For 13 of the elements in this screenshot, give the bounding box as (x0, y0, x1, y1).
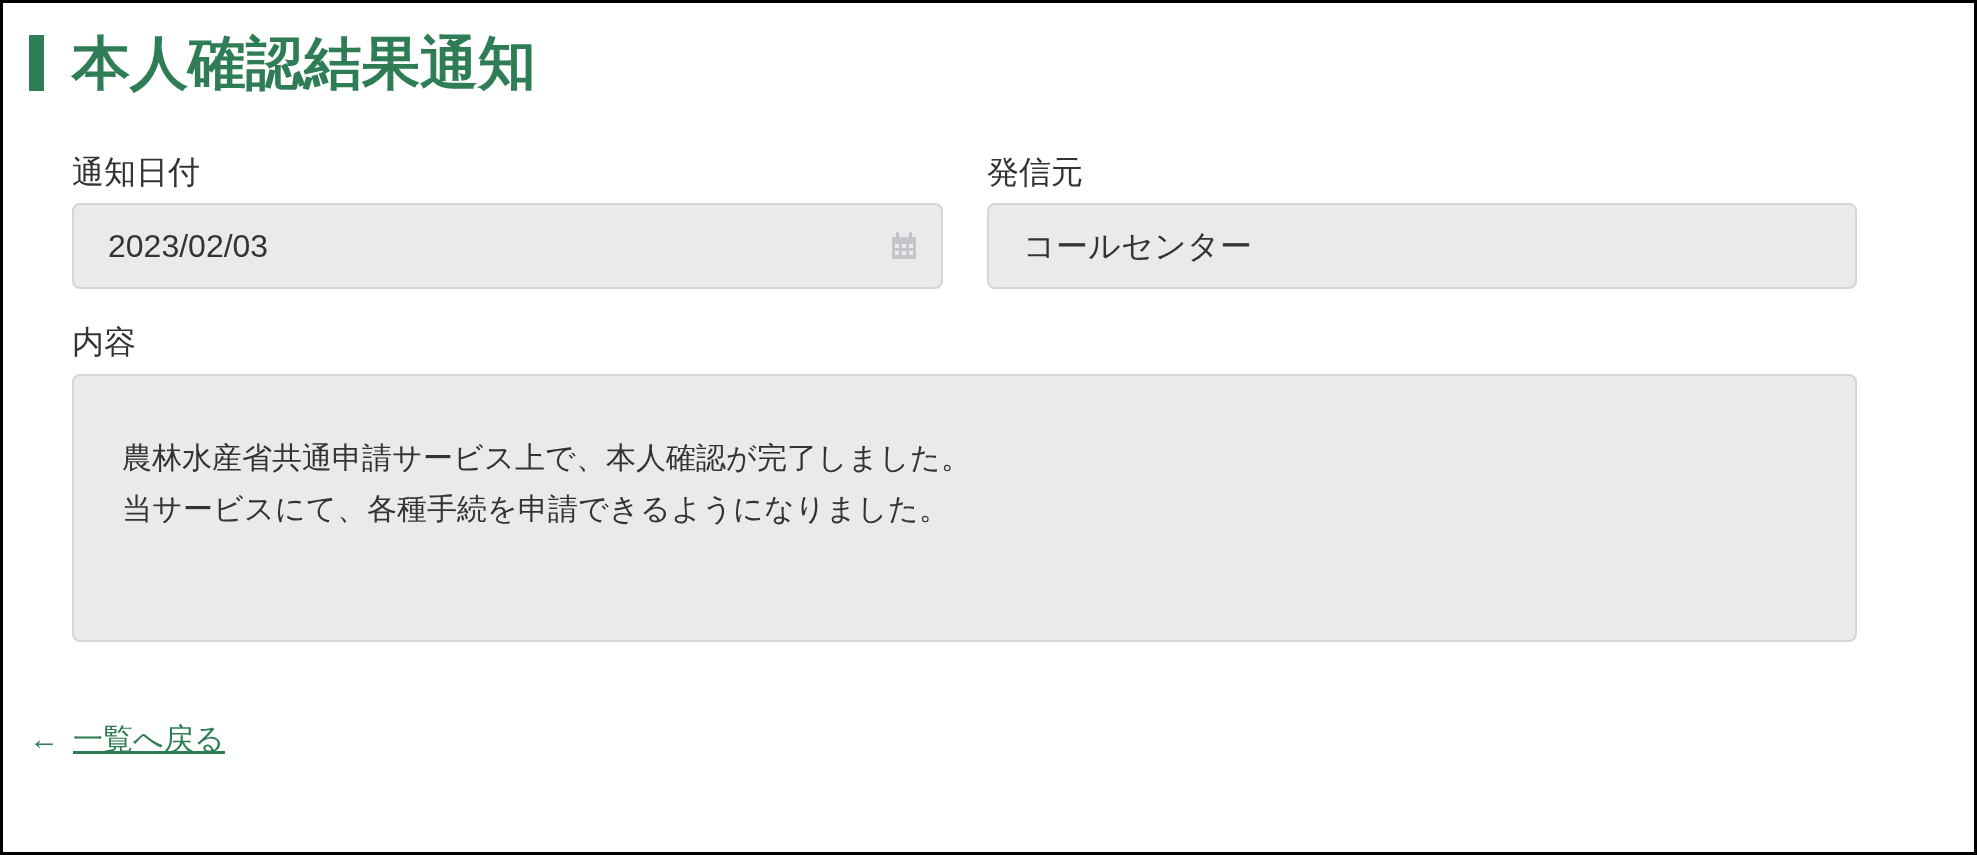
back-link[interactable]: 一覧へ戻る (73, 715, 225, 761)
message-line: 農林水産省共通申請サービス上で、本人確認が完了しました。 (122, 439, 972, 476)
calendar-icon (890, 232, 917, 261)
title-marker (29, 34, 44, 91)
field-label: 通知日付 (72, 152, 201, 192)
field-label: 発信元 (986, 152, 1084, 192)
page-title: 本人確認結果通知 (72, 31, 536, 95)
field-label: 内容 (72, 323, 137, 362)
back-arrow: ← (29, 720, 59, 757)
message-line: 当サービスにて、各種手続を申請できるようになりました。 (122, 490, 950, 527)
content-field[interactable]: 農林水産省共通申請サービス上で、本人確認が完了しました。 当サービスにて、各種手続を申請できるようになりました。 (72, 373, 1857, 642)
date-field[interactable]: 2023/02/03 (72, 203, 943, 290)
text-field[interactable]: コールセンター (986, 203, 1857, 290)
